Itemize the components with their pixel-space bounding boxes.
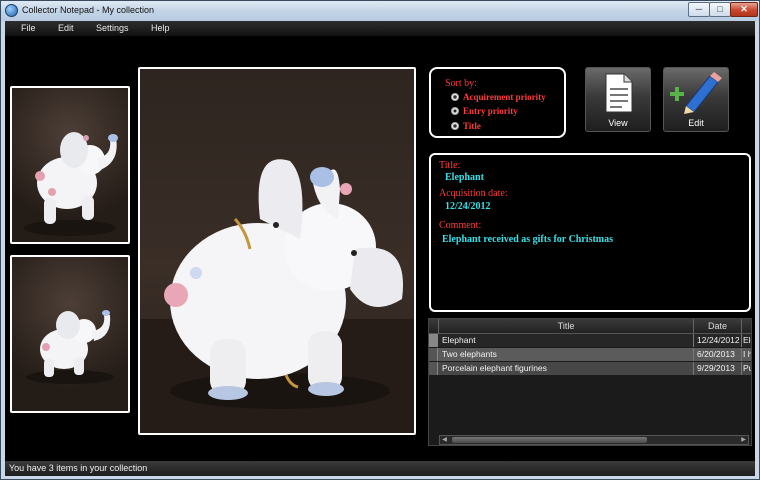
title-label: Title:: [439, 160, 461, 171]
menu-file[interactable]: File: [21, 23, 36, 33]
menu-settings[interactable]: Settings: [96, 23, 129, 33]
horizontal-scrollbar[interactable]: ◀ ▶: [439, 435, 749, 445]
table-row[interactable]: Two elephants 6/20/2013 I h: [429, 348, 751, 361]
column-header-title[interactable]: Title: [439, 319, 694, 333]
cell-comment: Ele: [743, 335, 751, 345]
items-table: Title Date Elephant 12/24/2012 Ele Two e…: [428, 318, 752, 446]
acquisition-date-value: 12/24/2012: [445, 201, 491, 212]
radio-checked-icon[interactable]: [451, 107, 459, 115]
scrollbar-thumb[interactable]: [452, 437, 647, 443]
column-header-extra[interactable]: [742, 319, 751, 333]
comment-label: Comment:: [439, 220, 482, 231]
edit-button[interactable]: Edit: [663, 67, 729, 132]
app-window: Collector Notepad - My collection ─ □ ✕ …: [0, 0, 760, 480]
details-panel: Title: Elephant Acquisition date: 12/24/…: [429, 153, 751, 312]
main-content: Sort by: Acquirement priority Entry prio…: [5, 36, 755, 461]
edit-button-label: Edit: [688, 118, 704, 128]
maximize-button[interactable]: □: [709, 2, 731, 17]
table-header: Title Date: [429, 319, 751, 334]
comment-value: Elephant received as gifts for Christmas: [442, 234, 614, 245]
scroll-left-icon[interactable]: ◀: [440, 436, 449, 444]
elephant-photo-image: [140, 159, 414, 433]
sort-option-label: Entry priority: [463, 106, 518, 116]
sort-option-label: Acquirement priority: [463, 92, 546, 102]
document-icon: [605, 73, 633, 113]
thumbnail-2[interactable]: [10, 255, 130, 413]
radio-icon[interactable]: [451, 122, 459, 130]
cell-date: 12/24/2012: [694, 334, 742, 347]
status-text: You have 3 items in your collection: [9, 463, 148, 473]
scroll-right-icon[interactable]: ▶: [739, 436, 748, 444]
app-icon: [5, 4, 18, 17]
sort-option-acquirement[interactable]: Acquirement priority: [451, 92, 546, 102]
cell-title: Elephant: [439, 334, 694, 347]
cell-comment: Pu: [743, 363, 751, 373]
status-bar: You have 3 items in your collection: [5, 461, 755, 476]
cell-comment: I h: [743, 349, 752, 359]
minimize-icon: ─: [695, 4, 703, 14]
row-selector[interactable]: [429, 362, 438, 375]
thumbnail-1[interactable]: [10, 86, 130, 244]
sort-option-title[interactable]: Title: [451, 121, 481, 131]
add-edit-pencil-icon: [670, 72, 722, 114]
main-photo[interactable]: [138, 67, 416, 435]
minimize-button[interactable]: ─: [688, 2, 710, 17]
elephant-thumbnail-image: [26, 310, 114, 384]
window-title: Collector Notepad - My collection: [22, 5, 155, 15]
sort-title: Sort by:: [445, 78, 477, 89]
sort-option-entry[interactable]: Entry priority: [451, 106, 518, 116]
cell-title: Porcelain elephant figurines: [439, 362, 694, 375]
view-button[interactable]: View: [585, 67, 651, 132]
row-selector[interactable]: [429, 334, 438, 347]
table-row[interactable]: Porcelain elephant figurines 9/29/2013 P…: [429, 362, 751, 375]
elephant-thumbnail-image: [24, 132, 118, 236]
view-button-label: View: [608, 118, 628, 128]
menu-edit[interactable]: Edit: [58, 23, 74, 33]
title-value: Elephant: [445, 172, 484, 183]
menu-help[interactable]: Help: [151, 23, 170, 33]
table-row[interactable]: Elephant 12/24/2012 Ele: [429, 334, 751, 347]
cell-title: Two elephants: [439, 348, 694, 361]
title-bar[interactable]: Collector Notepad - My collection ─ □ ✕: [1, 1, 759, 21]
close-icon: ✕: [740, 4, 748, 14]
sort-option-label: Title: [463, 121, 481, 131]
radio-icon[interactable]: [451, 93, 459, 101]
menu-bar: File Edit Settings Help: [5, 21, 755, 36]
cell-date: 6/20/2013: [694, 348, 742, 361]
acquisition-date-label: Acquisition date:: [439, 188, 508, 199]
row-header-corner: [429, 319, 439, 333]
close-button[interactable]: ✕: [730, 2, 758, 17]
sort-panel: Sort by: Acquirement priority Entry prio…: [429, 67, 566, 138]
cell-date: 9/29/2013: [694, 362, 742, 375]
maximize-icon: □: [717, 4, 723, 14]
row-selector[interactable]: [429, 348, 438, 361]
column-header-date[interactable]: Date: [694, 319, 742, 333]
